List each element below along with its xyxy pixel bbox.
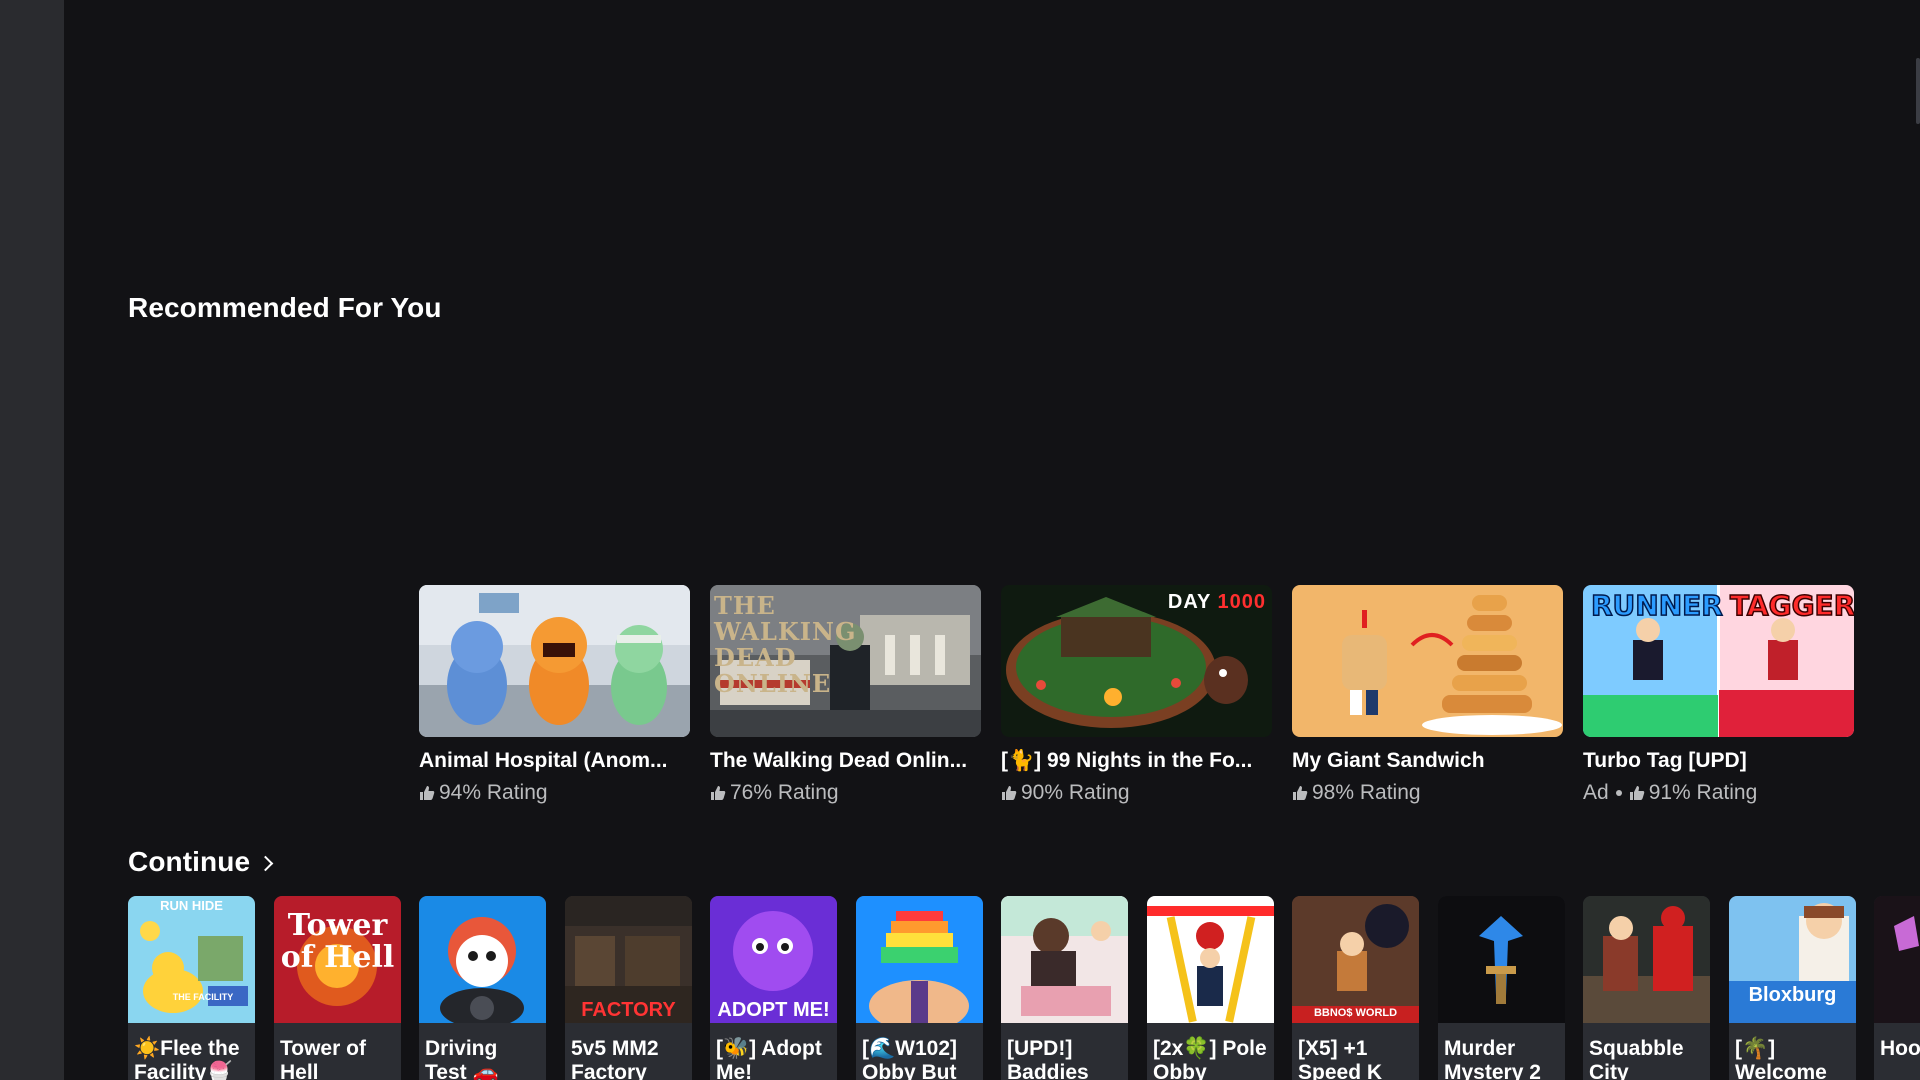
continue-card[interactable]: Hoo Cus [1874, 896, 1920, 1080]
thumbs-up-icon [711, 786, 726, 800]
day-badge: DAY 1000 [1168, 591, 1266, 614]
game-title[interactable]: Murder Mystery 2 [1438, 1023, 1565, 1080]
game-thumbnail[interactable] [1438, 896, 1565, 1023]
game-thumbnail[interactable] [1292, 585, 1563, 737]
rating-text: 76% Rating [730, 781, 839, 804]
continue-card[interactable]: [2x🍀] Pole Obby [1147, 896, 1274, 1080]
game-thumbnail[interactable]: RUNNER TAGGER [1583, 585, 1854, 737]
game-title[interactable]: My Giant Sandwich [1292, 749, 1563, 773]
thumbnail-text: Tower of Hell [280, 908, 395, 975]
thumbnail-text: BBNO$ WORLD [1313, 1007, 1398, 1019]
rating-text: 91% Rating [1648, 781, 1758, 804]
thumbnail-tagger-text: TAGGER [1729, 588, 1854, 623]
game-thumbnail[interactable] [1583, 896, 1710, 1023]
game-title[interactable]: The Walking Dead Onlin... [710, 749, 981, 773]
game-thumbnail[interactable] [1001, 896, 1128, 1023]
app-root: Recommended For You Animal Hospital (Ano… [0, 0, 1920, 1080]
game-card-walking-dead[interactable]: THE WALKING DEAD ONLINE The Walking Dead… [710, 585, 981, 815]
continue-section-title[interactable]: Continue [128, 846, 250, 878]
day-number: 1000 [1217, 591, 1266, 613]
continue-section-header[interactable]: Continue [128, 846, 274, 878]
thumbs-up-icon [1629, 786, 1644, 800]
continue-card[interactable]: [UPD!] Baddies [1001, 896, 1128, 1080]
game-thumbnail[interactable]: THE WALKING DEAD ONLINE [710, 585, 981, 737]
game-rating: 98% Rating [1292, 781, 1563, 805]
game-title[interactable]: [🌴] Welcome [1729, 1023, 1856, 1080]
game-title[interactable]: [🐈] 99 Nights in the Fo... [1001, 749, 1272, 773]
continue-card[interactable]: [🌊W102] Obby But [856, 896, 983, 1080]
thumbnail-subtext: THE FACILITY [172, 992, 234, 1002]
game-title[interactable]: 5v5 MM2 Factory [565, 1023, 692, 1080]
game-title[interactable]: [X5] +1 Speed K [1292, 1023, 1419, 1080]
separator-dot [1615, 790, 1622, 796]
thumbs-up-icon [1293, 786, 1308, 800]
game-rating: 76% Rating [710, 781, 981, 805]
game-card-my-giant-sandwich[interactable]: My Giant Sandwich 98% Rating [1292, 585, 1563, 815]
rating-text: 94% Rating [439, 781, 548, 804]
game-title[interactable]: [UPD!] Baddies [1001, 1023, 1128, 1080]
thumbnail-text: FACTORY [581, 999, 676, 1021]
continue-card[interactable]: BBNO$ WORLD [X5] +1 Speed K [1292, 896, 1419, 1080]
game-thumbnail[interactable] [856, 896, 983, 1023]
game-thumbnail[interactable]: Tower of Hell [274, 896, 401, 1023]
game-title[interactable]: Hoo Cus [1874, 1023, 1920, 1061]
recommended-grid: Animal Hospital (Anom... 94% Rating THE … [419, 585, 1889, 815]
game-thumbnail[interactable] [419, 896, 546, 1023]
game-card-animal-hospital[interactable]: Animal Hospital (Anom... 94% Rating [419, 585, 690, 815]
thumbnail-logo-text: THE WALKING DEAD ONLINE [714, 591, 857, 698]
thumbnail-text: Bloxburg [1748, 984, 1837, 1006]
game-thumbnail[interactable]: BBNO$ WORLD [1292, 896, 1419, 1023]
game-thumbnail[interactable]: FACTORY [565, 896, 692, 1023]
game-rating: 90% Rating [1001, 781, 1272, 805]
game-title[interactable]: [🌊W102] Obby But [856, 1023, 983, 1080]
game-thumbnail[interactable]: RUN HIDE THE FACILITY [128, 896, 255, 1023]
thumbnail-text: ADOPT ME! [717, 999, 830, 1021]
day-label: DAY [1167, 591, 1211, 613]
continue-card[interactable]: RUN HIDE THE FACILITY ☀️Flee the Facilit… [128, 896, 255, 1080]
game-thumbnail[interactable]: ADOPT ME! [710, 896, 837, 1023]
left-navigation-rail [0, 0, 64, 1080]
continue-card[interactable]: ADOPT ME! [🐝] Adopt Me! [710, 896, 837, 1080]
game-title[interactable]: Driving Test 🚗 [419, 1023, 546, 1080]
game-card-99-nights[interactable]: DAY 1000 [🐈] 99 Nights in the Fo... 90% … [1001, 585, 1272, 815]
game-rating: Ad 91% Rating [1583, 781, 1854, 805]
game-title[interactable]: Turbo Tag [UPD] [1583, 749, 1854, 773]
game-thumbnail[interactable]: DAY 1000 [1001, 585, 1272, 737]
game-thumbnail[interactable] [1147, 896, 1274, 1023]
continue-card[interactable]: Bloxburg [🌴] Welcome [1729, 896, 1856, 1080]
game-thumbnail[interactable]: Bloxburg [1729, 896, 1856, 1023]
chevron-right-icon[interactable] [257, 855, 274, 872]
continue-row: RUN HIDE THE FACILITY ☀️Flee the Facilit… [128, 896, 1920, 1080]
continue-card[interactable]: Driving Test 🚗 [419, 896, 546, 1080]
recommended-section-title: Recommended For You [128, 292, 442, 323]
game-card-turbo-tag[interactable]: RUNNER TAGGER Turbo Tag [UPD] Ad 91% Rat… [1583, 585, 1854, 815]
game-rating: 94% Rating [419, 781, 690, 805]
game-title[interactable]: [🐝] Adopt Me! [710, 1023, 837, 1080]
game-title[interactable]: Animal Hospital (Anom... [419, 749, 690, 773]
rating-text: 90% Rating [1021, 781, 1130, 804]
thumbs-up-icon [1002, 786, 1017, 800]
thumbnail-runner-text: RUNNER [1590, 588, 1723, 623]
continue-card[interactable]: Tower of Hell Tower of Hell [274, 896, 401, 1080]
game-title[interactable]: ☀️Flee the Facility🍧 [128, 1023, 255, 1080]
thumbs-up-icon [420, 786, 435, 800]
continue-card[interactable]: Murder Mystery 2 [1438, 896, 1565, 1080]
continue-card[interactable]: Squabble City [1583, 896, 1710, 1080]
game-thumbnail[interactable] [1874, 896, 1920, 1023]
thumbnail-text: RUN HIDE [160, 898, 223, 913]
game-title[interactable]: Squabble City [1583, 1023, 1710, 1080]
page-scrollbar[interactable] [1916, 58, 1920, 124]
continue-card[interactable]: FACTORY 5v5 MM2 Factory [565, 896, 692, 1080]
rating-text: 98% Rating [1312, 781, 1421, 804]
game-thumbnail[interactable] [419, 585, 690, 737]
game-title[interactable]: [2x🍀] Pole Obby [1147, 1023, 1274, 1080]
game-title[interactable]: Tower of Hell [274, 1023, 401, 1080]
ad-label: Ad [1583, 781, 1609, 804]
